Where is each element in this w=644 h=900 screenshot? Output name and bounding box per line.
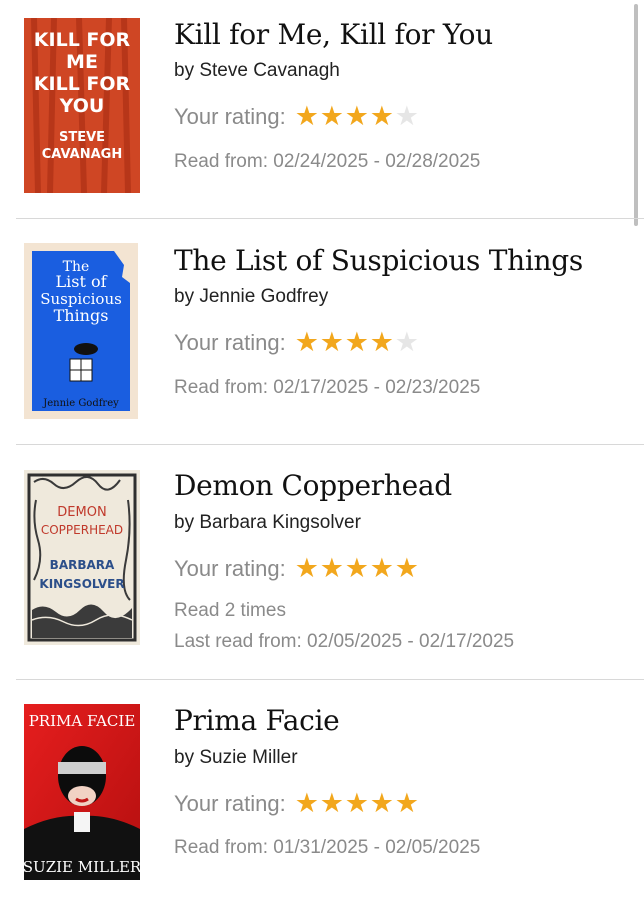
book-author[interactable]: by Jennie Godfrey — [174, 286, 328, 308]
book-cover: The List of Suspicious Things Jennie God… — [24, 243, 138, 419]
book-title[interactable]: Demon Copperhead — [174, 469, 452, 502]
book-item[interactable]: The List of Suspicious Things Jennie God… — [0, 219, 644, 444]
rating-label: Your rating: — [174, 790, 286, 816]
cover-line: ME — [66, 51, 98, 73]
cover-line: CAVANAGH — [42, 147, 122, 162]
book-title[interactable]: Kill for Me, Kill for You — [174, 18, 493, 51]
star-filled-icon[interactable]: ★ — [370, 555, 395, 582]
star-filled-icon[interactable]: ★ — [320, 555, 345, 582]
rating-row: Your rating: ★ ★ ★ ★ ★ — [174, 555, 420, 582]
book-title[interactable]: Prima Facie — [174, 704, 340, 737]
read-dates: Read from: 02/24/2025 - 02/28/2025 — [174, 151, 481, 172]
rating-label: Your rating: — [174, 329, 286, 355]
cover-line: List of — [55, 272, 107, 291]
cover-line: BARBARA — [50, 558, 115, 572]
star-filled-icon[interactable]: ★ — [320, 329, 345, 356]
book-cover: DEMON COPPERHEAD BARBARA KINGSOLVER — [24, 470, 140, 645]
cover-line: KILL FOR — [34, 73, 131, 95]
book-item[interactable]: PRIMA FACIE SUZIE MILLER Prima Facie by … — [0, 680, 644, 900]
book-cover: KILL FOR ME KILL FOR YOU STEVE CAVANAGH — [24, 18, 140, 193]
star-empty-icon[interactable]: ★ — [395, 103, 420, 130]
rating-row: Your rating: ★ ★ ★ ★ ★ — [174, 329, 420, 356]
star-filled-icon[interactable]: ★ — [295, 790, 320, 817]
cover-line: KINGSOLVER — [39, 577, 124, 591]
star-filled-icon[interactable]: ★ — [370, 790, 395, 817]
star-filled-icon[interactable]: ★ — [345, 555, 370, 582]
rating-label: Your rating: — [174, 555, 286, 581]
star-rating[interactable]: ★ ★ ★ ★ ★ — [295, 555, 420, 582]
book-author[interactable]: by Barbara Kingsolver — [174, 512, 361, 534]
read-count: Read 2 times — [174, 600, 286, 621]
cover-line: PRIMA FACIE — [29, 712, 136, 730]
star-rating[interactable]: ★ ★ ★ ★ ★ — [295, 103, 420, 130]
star-empty-icon[interactable]: ★ — [395, 329, 420, 356]
cover-line: COPPERHEAD — [41, 523, 123, 537]
star-filled-icon[interactable]: ★ — [370, 103, 395, 130]
star-filled-icon[interactable]: ★ — [345, 790, 370, 817]
star-filled-icon[interactable]: ★ — [320, 790, 345, 817]
star-filled-icon[interactable]: ★ — [320, 103, 345, 130]
read-dates: Read from: 02/17/2025 - 02/23/2025 — [174, 377, 481, 398]
book-author[interactable]: by Steve Cavanagh — [174, 60, 340, 82]
rating-label: Your rating: — [174, 103, 286, 129]
star-filled-icon[interactable]: ★ — [295, 555, 320, 582]
star-filled-icon[interactable]: ★ — [345, 329, 370, 356]
star-filled-icon[interactable]: ★ — [395, 790, 420, 817]
star-filled-icon[interactable]: ★ — [395, 555, 420, 582]
star-filled-icon[interactable]: ★ — [370, 329, 395, 356]
cover-line: Things — [54, 306, 109, 325]
cover-line: SUZIE MILLER — [24, 858, 140, 876]
star-filled-icon[interactable]: ★ — [295, 103, 320, 130]
star-rating[interactable]: ★ ★ ★ ★ ★ — [295, 790, 420, 817]
cover-line: KILL FOR — [34, 29, 131, 51]
star-rating[interactable]: ★ ★ ★ ★ ★ — [295, 329, 420, 356]
star-filled-icon[interactable]: ★ — [345, 103, 370, 130]
cover-line: DEMON — [57, 505, 106, 520]
book-item[interactable]: DEMON COPPERHEAD BARBARA KINGSOLVER Demo… — [0, 445, 644, 678]
book-cover: PRIMA FACIE SUZIE MILLER — [24, 704, 140, 880]
rating-row: Your rating: ★ ★ ★ ★ ★ — [174, 103, 420, 130]
cover-line: STEVE — [59, 130, 105, 145]
cover-line: YOU — [59, 95, 105, 117]
rating-row: Your rating: ★ ★ ★ ★ ★ — [174, 790, 420, 817]
book-author[interactable]: by Suzie Miller — [174, 747, 298, 769]
read-dates: Last read from: 02/05/2025 - 02/17/2025 — [174, 631, 515, 652]
book-title[interactable]: The List of Suspicious Things — [174, 244, 583, 277]
cover-line: Jennie Godfrey — [42, 398, 119, 409]
read-dates: Read from: 01/31/2025 - 02/05/2025 — [174, 837, 481, 858]
star-filled-icon[interactable]: ★ — [295, 329, 320, 356]
book-item[interactable]: KILL FOR ME KILL FOR YOU STEVE CAVANAGH … — [0, 0, 644, 218]
